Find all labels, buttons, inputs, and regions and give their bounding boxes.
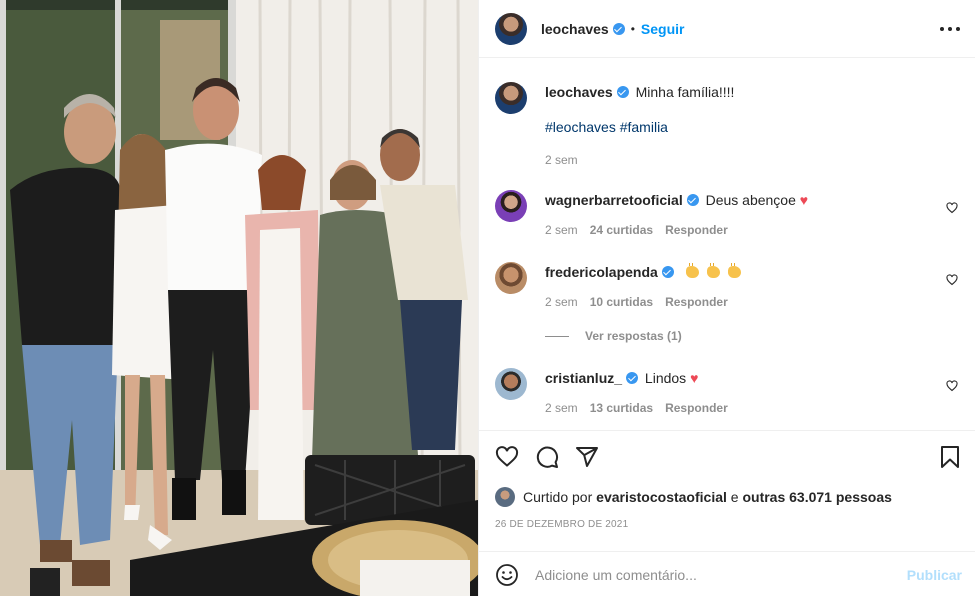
commenter-avatar[interactable]: [495, 262, 527, 294]
comment-text: Deus abençoe: [705, 192, 796, 208]
heart-icon[interactable]: [495, 445, 519, 469]
commenter-avatar[interactable]: [495, 190, 527, 222]
author-avatar[interactable]: [495, 12, 527, 45]
view-replies-label: Ver respostas (1): [585, 329, 682, 343]
commenter-avatar[interactable]: [495, 368, 527, 400]
comment-icon[interactable]: [535, 445, 559, 469]
reply-button[interactable]: Responder: [665, 223, 728, 237]
caption-hashtags: #leochaves #familia: [545, 119, 932, 135]
like-comment-heart-icon[interactable]: [946, 274, 958, 286]
verified-badge-icon: [626, 372, 639, 384]
commenter-username[interactable]: fredericolapenda: [545, 264, 658, 280]
commenter-username[interactable]: cristianluz_: [545, 370, 622, 386]
hashtag-link[interactable]: #leochaves: [545, 119, 616, 135]
hashtag-link[interactable]: #familia: [620, 119, 668, 135]
more-horizontal-icon[interactable]: [940, 20, 960, 38]
clapping-hands-emoji: [685, 263, 749, 280]
comment-item: fredericolapenda 2 sem 10 curtidas Respo…: [495, 262, 960, 322]
comment-time[interactable]: 2 sem: [545, 295, 578, 309]
caption-username[interactable]: leochaves: [545, 84, 613, 100]
view-replies-button[interactable]: Ver respostas (1): [545, 329, 682, 343]
reply-button[interactable]: Responder: [665, 401, 728, 415]
comment-item: cristianluz_ Lindos ♥ 2 sem 13 curtidas …: [495, 368, 960, 428]
separator-dot: •: [630, 21, 635, 36]
send-icon[interactable]: [575, 445, 599, 469]
caption-time[interactable]: 2 sem: [545, 153, 578, 167]
likes-prefix: Curtido por: [523, 489, 593, 505]
comment-time[interactable]: 2 sem: [545, 401, 578, 415]
family-photo-illustration: [0, 0, 478, 596]
comment-likes[interactable]: 13 curtidas: [590, 401, 653, 415]
red-heart-emoji: ♥: [690, 370, 699, 386]
post-photo[interactable]: [0, 0, 478, 596]
commenter-username[interactable]: wagnerbarretooficial: [545, 192, 683, 208]
like-comment-heart-icon[interactable]: [946, 202, 958, 214]
comment-likes[interactable]: 10 curtidas: [590, 295, 653, 309]
emoji-icon[interactable]: [495, 563, 519, 587]
instagram-post-modal: leochaves • Seguir leochaves Minha famíl…: [0, 0, 975, 596]
liker-username[interactable]: evaristocostaoficial: [596, 489, 727, 505]
likes-conjunction: e: [730, 489, 739, 505]
post-date[interactable]: 26 DE DEZEMBRO DE 2021: [495, 519, 628, 530]
verified-badge-icon: [616, 86, 629, 98]
bookmark-icon[interactable]: [940, 445, 960, 469]
post-header: leochaves • Seguir: [479, 0, 975, 58]
publish-button[interactable]: Publicar: [907, 567, 962, 583]
liker-avatar[interactable]: [495, 487, 515, 507]
verified-badge-icon: [686, 194, 699, 206]
verified-badge-icon: [612, 22, 625, 35]
verified-badge-icon: [661, 266, 674, 278]
comment-time[interactable]: 2 sem: [545, 223, 578, 237]
author-username[interactable]: leochaves: [541, 21, 609, 37]
comments-list[interactable]: leochaves Minha família!!!! #leochaves #…: [479, 59, 975, 430]
likes-summary: Curtido por evaristocostaoficial e outra…: [495, 487, 892, 507]
post-caption: leochaves Minha família!!!! #leochaves #…: [495, 82, 960, 172]
post-side-panel: leochaves • Seguir leochaves Minha famíl…: [478, 0, 975, 596]
post-actions-section: Curtido por evaristocostaoficial e outra…: [479, 430, 975, 596]
caption-text: Minha família!!!!: [635, 84, 735, 100]
comment-input[interactable]: [535, 566, 895, 583]
follow-button[interactable]: Seguir: [641, 21, 685, 37]
replies-divider: [545, 335, 569, 337]
comment-item: wagnerbarretooficial Deus abençoe ♥ 2 se…: [495, 190, 960, 250]
action-bar: [495, 445, 960, 471]
caption-avatar[interactable]: [495, 82, 527, 114]
red-heart-emoji: ♥: [799, 192, 809, 208]
comment-text: Lindos: [644, 370, 687, 386]
likes-others[interactable]: outras 63.071 pessoas: [742, 489, 891, 505]
like-comment-heart-icon[interactable]: [946, 380, 958, 392]
add-comment-bar: Publicar: [479, 551, 975, 596]
comment-likes[interactable]: 24 curtidas: [590, 223, 653, 237]
reply-button[interactable]: Responder: [665, 295, 728, 309]
